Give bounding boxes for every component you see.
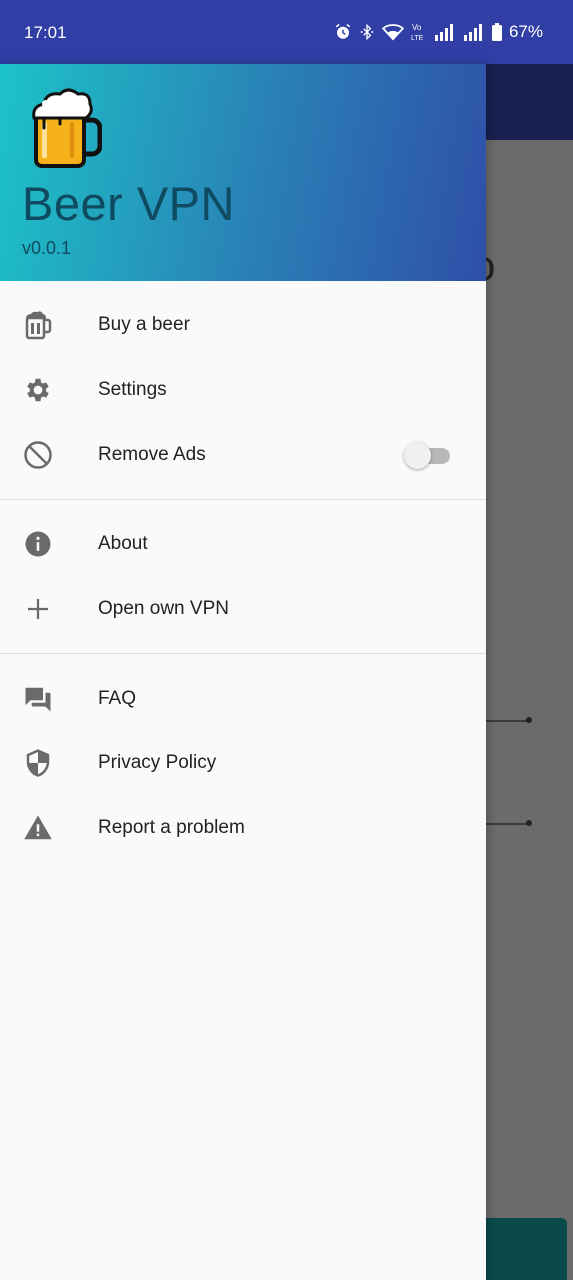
bluetooth-icon <box>360 23 374 41</box>
menu-section-info: About Open own VPN <box>0 500 486 653</box>
menu-item-about[interactable]: About <box>0 512 486 577</box>
menu-item-remove-ads[interactable]: Remove Ads <box>0 422 486 487</box>
beer-mug-logo <box>32 88 102 168</box>
background-app[interactable]: o <box>486 64 573 1280</box>
menu-item-faq[interactable]: FAQ <box>0 666 486 731</box>
status-bar: 17:01 Vo LTE 67% <box>0 0 573 64</box>
block-icon <box>22 439 54 471</box>
battery-icon <box>491 23 502 41</box>
menu-label: FAQ <box>98 687 137 709</box>
menu-item-settings[interactable]: Settings <box>0 358 486 423</box>
info-icon <box>22 528 54 560</box>
app-title: Beer VPN <box>22 177 235 230</box>
plus-icon <box>22 593 54 625</box>
toggle-thumb <box>404 441 431 469</box>
volte-text-lte: LTE <box>411 35 424 42</box>
app-version: v0.0.1 <box>22 238 72 258</box>
menu-item-open-vpn[interactable]: Open own VPN <box>0 577 486 642</box>
menu-label: Report a problem <box>98 817 245 839</box>
menu-label: Buy a beer <box>98 314 190 336</box>
status-time: 17:01 <box>24 23 67 42</box>
menu-label: Open own VPN <box>98 598 229 620</box>
background-slider-dot <box>526 717 532 723</box>
signal-icon <box>434 24 453 41</box>
gear-icon <box>22 374 54 406</box>
signal-icon <box>463 24 482 41</box>
forum-icon <box>22 683 54 715</box>
background-slider-dot <box>526 820 532 826</box>
status-icons: Vo LTE 67% <box>334 22 543 42</box>
remove-ads-toggle[interactable] <box>404 441 452 469</box>
menu-section-main: Buy a beer Settings Remove Ads <box>0 281 486 499</box>
menu-label: Privacy Policy <box>98 752 217 774</box>
drawer-header: Beer VPN v0.0.1 <box>0 64 486 281</box>
background-slider-line <box>486 823 528 825</box>
menu-label: About <box>98 533 148 555</box>
menu-item-report-problem[interactable]: Report a problem <box>0 796 486 861</box>
volte-icon: Vo LTE <box>411 23 424 42</box>
menu-item-buy-beer[interactable]: Buy a beer <box>0 293 486 358</box>
menu-label: Remove Ads <box>98 443 206 465</box>
wifi-icon <box>381 24 404 41</box>
menu-label: Settings <box>98 379 167 401</box>
battery-percent: 67% <box>508 22 543 41</box>
menu-section-support: FAQ Privacy Policy Report a problem <box>0 654 486 872</box>
menu-item-privacy-policy[interactable]: Privacy Policy <box>0 731 486 796</box>
navigation-drawer: Beer VPN v0.0.1 Buy a beer Settings Remo… <box>0 64 486 1280</box>
warning-icon <box>22 812 54 844</box>
shield-icon <box>22 747 54 779</box>
volte-text-vo: Vo <box>412 23 422 32</box>
background-slider-line <box>486 720 528 722</box>
alarm-icon <box>335 23 351 39</box>
drawer-menu: Buy a beer Settings Remove Ads About Ope… <box>0 281 486 873</box>
beer-icon <box>22 309 54 341</box>
background-connect-button <box>486 1218 567 1280</box>
background-toolbar <box>486 64 573 140</box>
background-title-fragment: o <box>486 242 495 290</box>
